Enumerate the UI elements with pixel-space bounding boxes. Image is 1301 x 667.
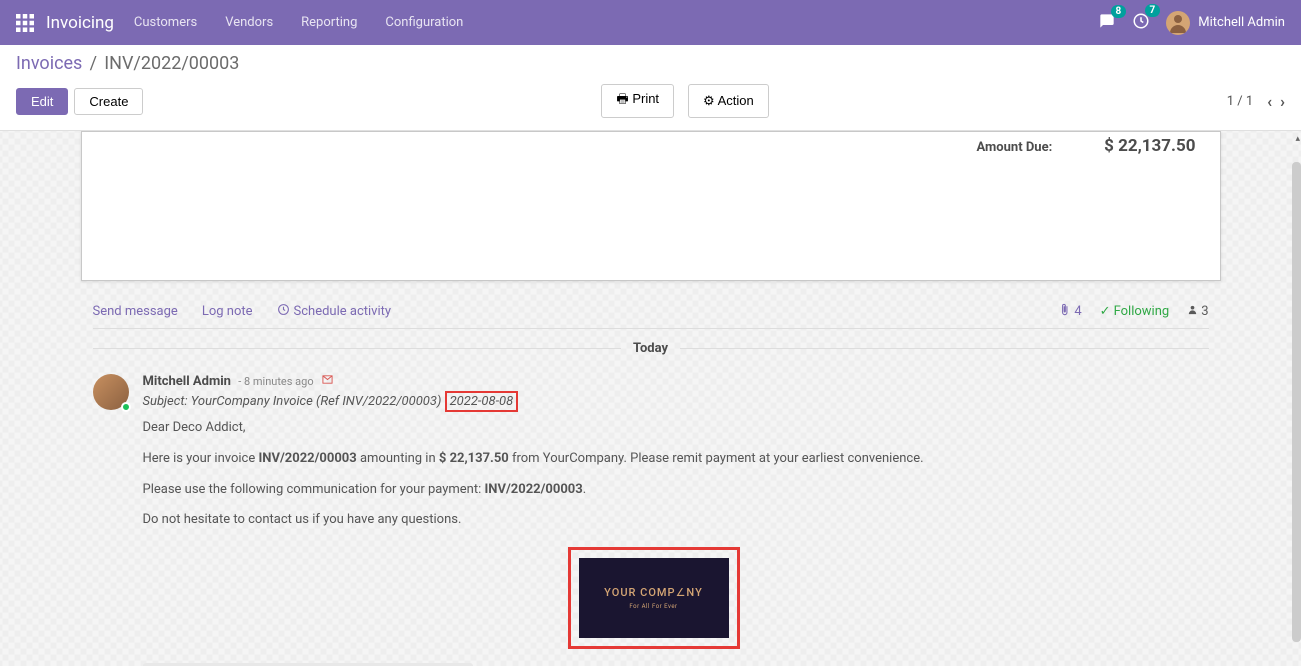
apps-menu-icon[interactable] (16, 14, 34, 32)
breadcrumb: Invoices / INV/2022/00003 (16, 53, 1285, 74)
nav-reporting[interactable]: Reporting (301, 15, 357, 30)
chatter-topbar: Send message Log note Schedule activity … (93, 295, 1209, 329)
brand-title[interactable]: Invoicing (46, 13, 114, 33)
presence-online-icon (121, 402, 131, 412)
message-line3: Please use the following communication f… (143, 480, 1209, 501)
pager-value[interactable]: 1 / 1 (1227, 94, 1253, 109)
user-menu[interactable]: Mitchell Admin (1166, 11, 1285, 35)
message-greeting: Dear Deco Addict, (143, 418, 1209, 439)
chatter: Send message Log note Schedule activity … (93, 295, 1209, 666)
nav-vendors[interactable]: Vendors (225, 15, 273, 30)
paperclip-icon (1058, 303, 1071, 320)
gear-icon: ⚙ (703, 93, 715, 108)
nav-configuration[interactable]: Configuration (385, 15, 463, 30)
followers-button[interactable]: 3 (1187, 304, 1208, 319)
message-time: - 8 minutes ago (238, 375, 313, 388)
control-panel: Invoices / INV/2022/00003 Edit Create 🖶 … (0, 45, 1301, 131)
form-sheet: Amount Due: $ 22,137.50 (81, 131, 1221, 281)
breadcrumb-root[interactable]: Invoices (16, 53, 82, 74)
pager-next-icon[interactable]: › (1280, 92, 1285, 111)
user-avatar-icon (1166, 11, 1190, 35)
message-author[interactable]: Mitchell Admin (143, 374, 231, 389)
print-button[interactable]: 🖶 Print (601, 84, 674, 118)
nav-brand[interactable]: Invoicing (16, 13, 114, 33)
message-line2: Here is your invoice INV/2022/00003 amou… (143, 449, 1209, 470)
scroll-up-icon[interactable]: ▴ (1295, 134, 1300, 144)
messaging-badge: 8 (1111, 5, 1127, 18)
breadcrumb-separator: / (90, 53, 97, 74)
message: Mitchell Admin - 8 minutes ago Subject: … (93, 362, 1209, 666)
activities-badge: 7 (1145, 4, 1161, 17)
send-message-button[interactable]: Send message (93, 304, 178, 319)
breadcrumb-current: INV/2022/00003 (104, 53, 239, 74)
attachment-card[interactable]: 人 Invoice_INV_2022_00003_2022_08_08.pdf … (143, 663, 473, 666)
following-button[interactable]: ✓ Following (1100, 304, 1170, 319)
controls-row: Edit Create 🖶 Print ⚙ Action 1 / 1 ‹ › (16, 84, 1285, 118)
user-icon (1187, 304, 1198, 319)
create-button[interactable]: Create (74, 88, 143, 115)
message-subject: Subject: YourCompany Invoice (Ref INV/20… (143, 391, 1209, 412)
top-nav: Invoicing Customers Vendors Reporting Co… (0, 0, 1301, 45)
pager-prev-icon[interactable]: ‹ (1267, 92, 1272, 111)
action-button[interactable]: ⚙ Action (688, 84, 769, 118)
user-name: Mitchell Admin (1198, 15, 1285, 30)
envelope-icon[interactable] (321, 374, 334, 389)
message-line4: Do not hesitate to contact us if you hav… (143, 510, 1209, 531)
attachments-button[interactable]: 4 (1058, 303, 1081, 320)
log-note-button[interactable]: Log note (202, 304, 253, 319)
nav-customers[interactable]: Customers (134, 15, 197, 30)
subject-date-highlight: 2022-08-08 (445, 391, 519, 412)
messaging-icon[interactable]: 8 (1098, 13, 1116, 33)
pager: 1 / 1 ‹ › (1227, 92, 1285, 111)
amount-due-label: Amount Due: (977, 140, 1053, 155)
nav-menu: Customers Vendors Reporting Configuratio… (134, 15, 463, 30)
content-area[interactable]: Amount Due: $ 22,137.50 Send message Log… (0, 131, 1301, 666)
activities-icon[interactable]: 7 (1132, 12, 1150, 34)
date-separator: Today (93, 341, 1209, 356)
clock-icon (277, 303, 290, 320)
company-logo[interactable]: YOUR COMP∠NY For All For Ever (579, 558, 729, 638)
amount-due-value: $ 22,137.50 (1096, 136, 1196, 156)
schedule-activity-button[interactable]: Schedule activity (277, 303, 392, 320)
logo-highlight: YOUR COMP∠NY For All For Ever (568, 547, 740, 649)
message-avatar[interactable] (93, 374, 129, 410)
edit-button[interactable]: Edit (16, 88, 68, 115)
check-icon: ✓ (1100, 304, 1111, 319)
print-icon: 🖶 (616, 91, 628, 106)
nav-right: 8 7 Mitchell Admin (1098, 11, 1285, 35)
